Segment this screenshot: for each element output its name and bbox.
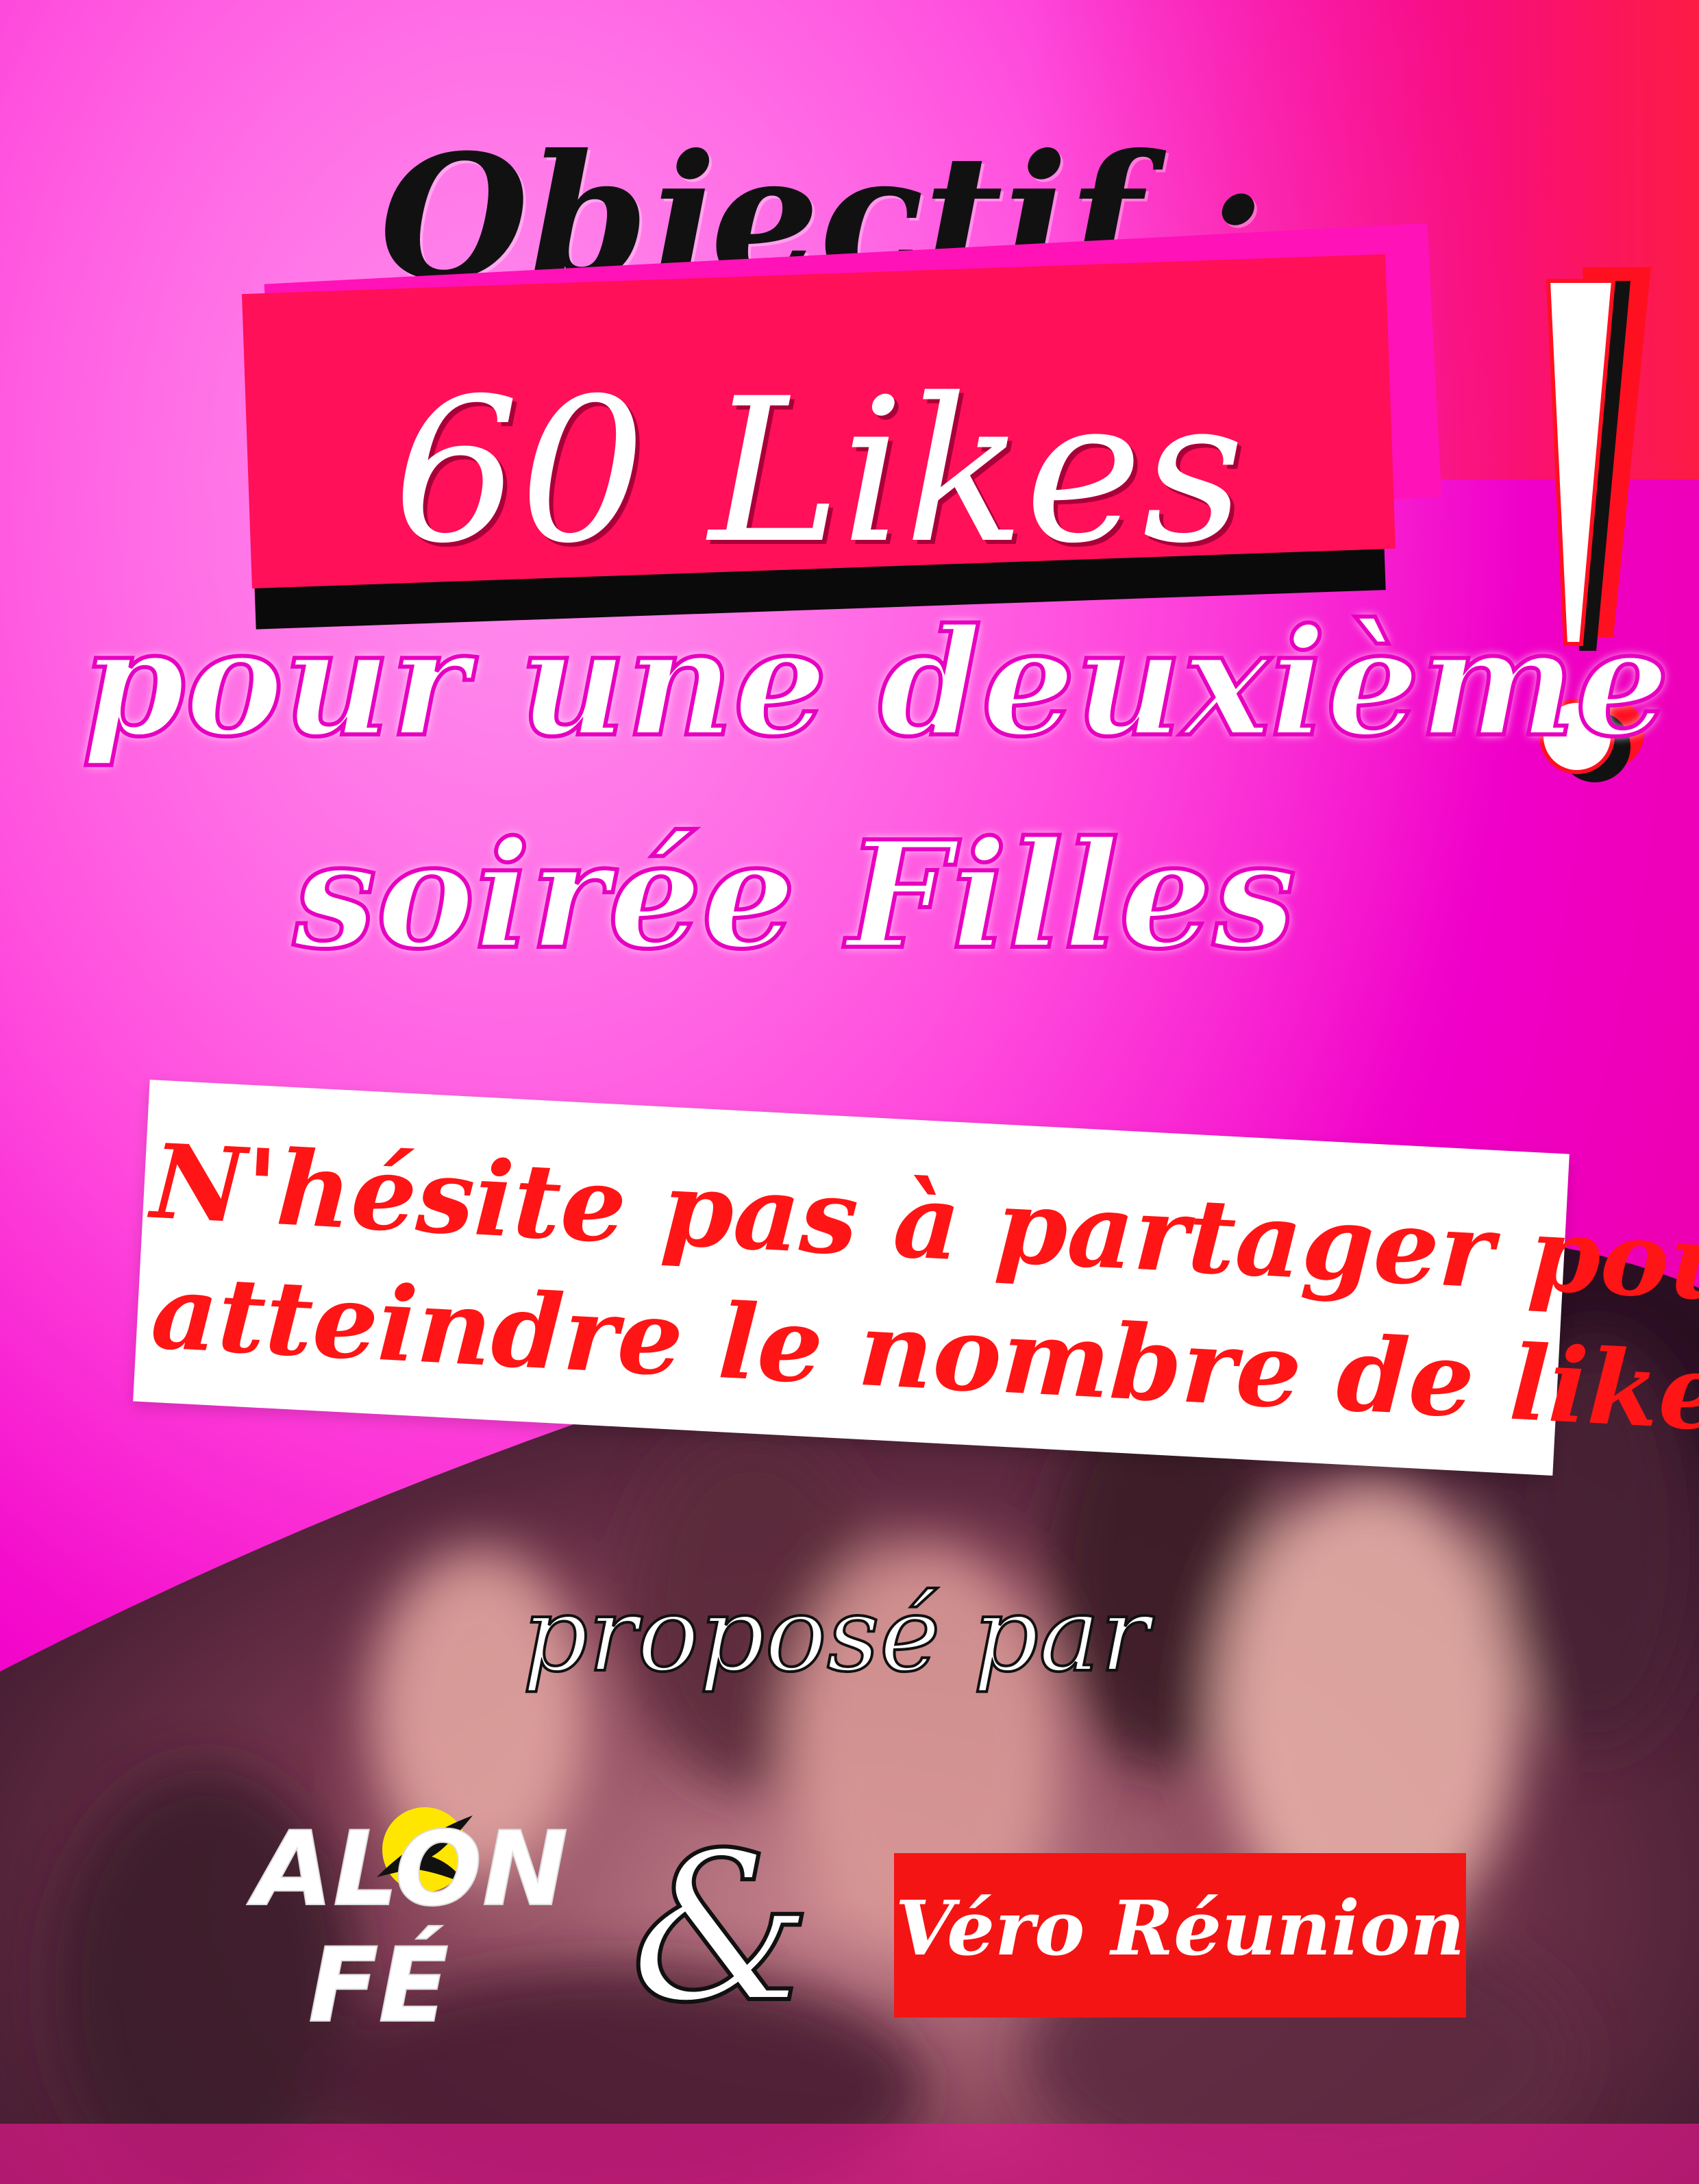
svg-text:ALON: ALON <box>247 1810 568 1929</box>
subtitle-line-1: pour une deuxième <box>80 594 1672 771</box>
likes-goal: 60 Likes <box>393 356 1245 587</box>
svg-text:FÉ: FÉ <box>308 1926 449 2046</box>
alonfe-logo: ALON FÉ <box>246 1807 569 2046</box>
ampersand: & <box>628 1807 815 2050</box>
poster: Objectif : 60 Likes pour une deuxième so… <box>0 0 1699 2184</box>
vero-reunion-label: Véro Réunion <box>895 1884 1465 1972</box>
proposed-by-label: proposé par <box>521 1574 1151 1696</box>
subtitle-line-2: soirée Filles <box>291 806 1298 984</box>
